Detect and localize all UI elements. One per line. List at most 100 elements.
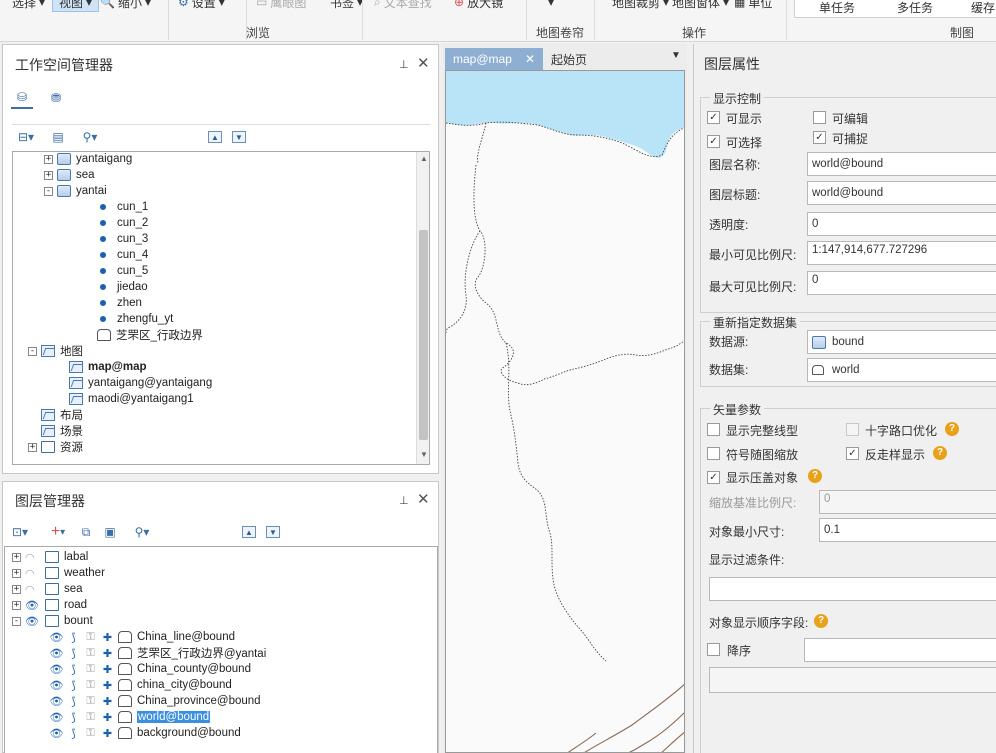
selectable-icon[interactable]: ⟆	[65, 695, 82, 708]
eye-icon[interactable]: 👁	[48, 663, 65, 676]
antialias-checkbox[interactable]: ✓	[846, 447, 859, 460]
workspace-node[interactable]: cun_1	[97, 199, 148, 215]
search-icon[interactable]: ⚲▾	[78, 129, 102, 145]
layer-row[interactable]: 👁 ⟆ ⚿ ✚ 芝罘区_行政边界@yantai	[48, 645, 267, 661]
move-up-button[interactable]: ▲	[208, 131, 222, 143]
eagle-eye-button[interactable]: ▭ 鹰眼图	[256, 0, 306, 12]
eye-icon[interactable]: 👁	[48, 631, 65, 644]
workspace-node[interactable]: maodi@yantaigang1	[69, 391, 194, 407]
magnifier-button[interactable]: ⊕ 放大镜	[454, 0, 503, 12]
workspace-node[interactable]: - 地图	[28, 343, 83, 359]
view-button[interactable]: 视图 ▾	[52, 0, 100, 12]
pin-icon[interactable]: ⊥	[399, 494, 409, 507]
scroll-up-icon[interactable]: ▲	[420, 154, 428, 163]
layer-group-row[interactable]: + ◠ labal	[12, 549, 88, 565]
map-clip-button[interactable]: 地图裁剪 ▾	[612, 0, 669, 12]
layer-caption-field[interactable]: world@bound	[807, 181, 996, 205]
workspace-node[interactable]: 芝罘区_行政边界	[97, 327, 203, 343]
selectable-icon[interactable]: ⟆	[65, 663, 82, 676]
layer-row[interactable]: 👁 ⟆ ⚿ ✚ background@bound	[48, 725, 241, 741]
close-icon[interactable]: ✕	[417, 54, 430, 72]
eye-icon[interactable]: 👁	[48, 647, 65, 660]
layer-group-row[interactable]: + ◠ weather	[12, 565, 105, 581]
edit-lock-icon[interactable]: ⚿	[82, 711, 99, 724]
eye-icon[interactable]: 👁	[48, 679, 65, 692]
selectable-icon[interactable]: ⟆	[65, 647, 82, 660]
expand-icon[interactable]: +	[12, 584, 21, 594]
help-icon[interactable]: ?	[814, 614, 828, 628]
map-canvas[interactable]	[445, 70, 685, 753]
expand-icon[interactable]: +	[28, 442, 37, 452]
cross-opt-checkbox[interactable]	[846, 423, 859, 436]
snap-icon[interactable]: ✚	[99, 631, 116, 644]
workspace-node[interactable]: zhen	[97, 295, 142, 311]
full-line-checkbox[interactable]	[707, 423, 720, 436]
eye-hidden-icon[interactable]: ◠	[25, 551, 43, 564]
layer-move-up-button[interactable]: ▲	[242, 526, 256, 538]
layer-name-field[interactable]: world@bound	[807, 152, 996, 176]
help-icon[interactable]: ?	[945, 422, 959, 436]
workspace-node[interactable]: map@map	[69, 359, 147, 375]
layer-row[interactable]: 👁 ⟆ ⚿ ✚ China_province@bound	[48, 693, 261, 709]
workspace-node[interactable]: 布局	[41, 407, 83, 423]
workspace-node[interactable]: jiedao	[97, 279, 148, 295]
snap-icon[interactable]: ✚	[99, 663, 116, 676]
snap-icon[interactable]: ✚	[99, 711, 116, 724]
layer-row[interactable]: 👁 ⟆ ⚿ ✚ world@bound	[48, 709, 211, 725]
open-datasource-icon[interactable]: ⊟▾	[14, 129, 38, 145]
map-svg[interactable]	[446, 71, 685, 753]
eye-icon[interactable]: 👁	[48, 695, 65, 708]
collapse-icon[interactable]: -	[12, 616, 21, 626]
visible-checkbox[interactable]: ✓	[707, 111, 720, 124]
selectable-icon[interactable]: ⟆	[65, 679, 82, 692]
edit-lock-icon[interactable]: ⚿	[82, 679, 99, 692]
add-layer-icon[interactable]: + ▾	[44, 523, 72, 540]
symbol-scale-checkbox[interactable]	[707, 447, 720, 460]
workspace-node[interactable]: cun_2	[97, 215, 148, 231]
search-icon[interactable]: ⚲▾	[130, 524, 154, 540]
new-layer-group-icon[interactable]: ⊡▾	[6, 524, 34, 540]
close-icon[interactable]: ✕	[417, 490, 430, 508]
edit-lock-icon[interactable]: ⚿	[82, 631, 99, 644]
workspace-node[interactable]: + yantaigang	[44, 152, 132, 167]
overlap-checkbox[interactable]: ✓	[707, 471, 720, 484]
snap-icon[interactable]: ✚	[99, 647, 116, 660]
snappable-checkbox[interactable]: ✓	[813, 131, 826, 144]
workspace-scrollbar[interactable]: ▲ ▼	[416, 152, 429, 464]
eye-icon[interactable]: 👁	[48, 727, 65, 740]
scroll-thumb[interactable]	[419, 230, 428, 440]
min-size-field[interactable]: 0.1	[819, 518, 996, 542]
expand-icon[interactable]: +	[12, 568, 21, 578]
tab-multi-task[interactable]: 多任务	[897, 0, 933, 16]
workspace-node[interactable]: + sea	[44, 167, 95, 183]
map-window-button[interactable]: 地图窗体 ▾	[672, 0, 729, 12]
help-icon[interactable]: ?	[933, 446, 947, 460]
scroll-down-icon[interactable]: ▼	[420, 450, 428, 459]
expand-icon[interactable]: +	[44, 170, 53, 180]
expand-icon[interactable]: +	[44, 154, 53, 164]
snap-icon[interactable]: ✚	[99, 679, 116, 692]
workspace-node[interactable]: yantaigang@yantaigang	[69, 375, 212, 391]
tab-start-page[interactable]: 起始页	[543, 48, 595, 70]
opacity-field[interactable]: 0	[807, 212, 996, 236]
workspace-node[interactable]: + 资源	[28, 439, 83, 455]
order-field-list[interactable]	[709, 667, 996, 693]
workspace-node[interactable]: zhengfu_yt	[97, 311, 173, 327]
collapse-icon[interactable]: -	[44, 186, 53, 196]
bookmark-button[interactable]: 书签 ▾	[330, 0, 363, 12]
dataset-select[interactable]: world	[807, 358, 996, 382]
snap-icon[interactable]: ✚	[99, 727, 116, 740]
workspace-node[interactable]: 场景	[41, 423, 83, 439]
layer-row[interactable]: 👁 ⟆ ⚿ ✚ china_city@bound	[48, 677, 232, 693]
close-tab-icon[interactable]: ✕	[525, 52, 535, 66]
workspace-node[interactable]: cun_4	[97, 247, 148, 263]
layer-row[interactable]: 👁 ⟆ ⚿ ✚ China_county@bound	[48, 661, 251, 677]
unit-button[interactable]: ▦ 单位	[734, 0, 772, 12]
copy-layer-icon[interactable]: ⧉	[78, 524, 94, 540]
properties-icon[interactable]: ▤	[50, 129, 66, 145]
tab-map[interactable]: map@map ✕	[445, 48, 543, 70]
layer-row[interactable]: 👁 ⟆ ⚿ ✚ China_line@bound	[48, 629, 235, 645]
workspace-node[interactable]: cun_5	[97, 263, 148, 279]
database-icon[interactable]: ⛃	[45, 87, 67, 109]
min-scale-field[interactable]: 1:147,914,677.727296	[807, 241, 996, 265]
